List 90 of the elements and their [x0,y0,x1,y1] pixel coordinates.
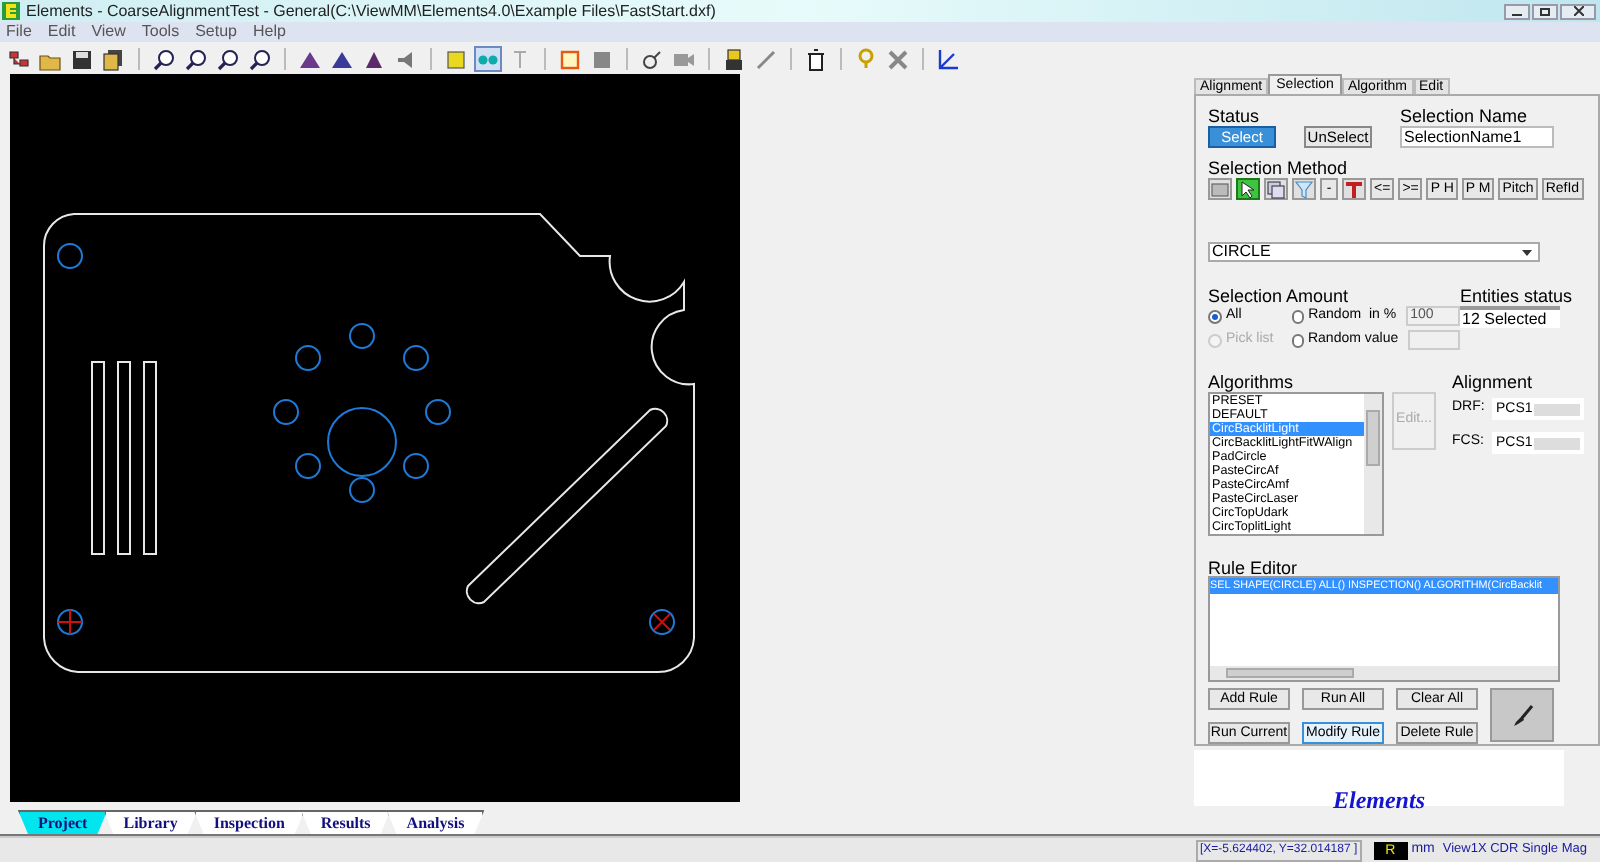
section-label: Alignment [1452,374,1535,390]
dropdown-caret-icon [1522,249,1532,255]
toolbar-button[interactable] [638,46,666,72]
section-label: Status [1208,104,1262,124]
zoom-icon [184,47,208,71]
trash-icon [804,47,828,71]
toolbar-button[interactable] [182,46,210,72]
method-button[interactable] [1342,178,1366,200]
app-logo-icon [2,2,20,20]
hole-circle[interactable] [403,345,429,371]
question-icon [854,47,878,71]
bottom-tab[interactable]: Results [300,810,391,834]
zoom-icon [216,47,240,71]
minimize-button[interactable] [1504,3,1530,19]
tree-icon [6,47,30,71]
menu-item[interactable]: Edit [47,24,76,40]
menu-item[interactable]: View [91,24,126,40]
bottom-tab[interactable]: Analysis [386,810,485,834]
toolbar-button[interactable] [720,46,748,72]
toolbar-button[interactable] [214,46,242,72]
square-icon [444,47,468,71]
hole-circle[interactable] [327,407,397,477]
toolbar-button[interactable] [150,46,178,72]
target-marker-icon[interactable] [57,609,83,635]
target-marker-icon[interactable] [649,609,675,635]
section-label: Selection Amount [1208,284,1351,304]
axes-icon [936,47,960,71]
toolbar-button[interactable] [802,46,830,72]
toolbar-button[interactable] [934,46,962,72]
section-label: Algorithms [1208,374,1296,390]
cursor-select-icon [1238,179,1258,199]
radio-button[interactable] [1292,333,1304,347]
method-button[interactable] [1236,178,1260,200]
toolbar-button[interactable] [246,46,274,72]
toolbar-button[interactable] [4,46,32,72]
robot-icon [722,47,746,71]
menu-item[interactable]: Setup [195,24,237,40]
copy-icon [102,47,126,71]
section-label: Rule Editor [1208,556,1300,574]
text-icon [508,47,532,71]
radio-button[interactable] [1292,309,1305,323]
triangle-icon [362,47,386,71]
close-icon [1573,6,1583,16]
close-button[interactable] [1560,3,1596,19]
toolbar-button[interactable] [100,46,128,72]
frame-icon [558,47,582,71]
brush-button[interactable] [1490,688,1554,742]
value-field[interactable] [1408,330,1460,350]
grid-icon [1210,179,1230,199]
hole-circle[interactable] [295,453,321,479]
toolbar-button[interactable] [68,46,96,72]
hole-circle[interactable] [273,399,299,425]
layers-icon [1266,179,1286,199]
field-label: Selection Name [1400,104,1530,124]
hole-circle[interactable] [57,243,83,269]
entities-status-field: 12 Selected [1460,306,1560,328]
menu-item[interactable]: File [6,24,32,40]
triangle-icon [330,47,354,71]
t-icon [1344,179,1364,199]
hole-circle[interactable] [403,453,429,479]
section-label: Selection Method [1208,156,1350,176]
triangle-icon [298,47,322,71]
menu-item[interactable]: Help [252,24,286,40]
hole-circle[interactable] [349,323,375,349]
scrollbar[interactable] [1364,394,1382,534]
scrollbar[interactable] [1210,666,1558,680]
save-icon [70,47,94,71]
window-title: Elements - CoarseAlignmentTest - General(C:\ViewMM\Elements4.0\Example Files\FastStart.dxf) [26,3,716,19]
selection-name-field[interactable]: SelectionName1 [1400,126,1554,148]
hole-circle[interactable] [349,477,375,503]
hole-circle[interactable] [425,399,451,425]
hole-circle[interactable] [295,345,321,371]
pin-icon [640,47,664,71]
funnel-icon [1294,179,1314,199]
shape-dropdown[interactable]: CIRCLE [1208,242,1540,262]
brush-icon [1510,703,1534,727]
radio-button[interactable] [1208,309,1222,323]
logo-text: Elements [1332,788,1425,814]
maximize-button[interactable] [1532,3,1558,19]
cross-tool-icon [886,47,910,71]
zoom-icon [152,47,176,71]
bottom-tab[interactable]: Inspection [193,810,305,834]
pen-icon [754,47,778,71]
dropdown-value: CIRCLE [1212,244,1271,260]
section-label: Entities status [1460,284,1573,304]
menu-item[interactable]: Tools [141,24,180,40]
bottom-tab[interactable]: Project [18,810,108,834]
square-icon [590,47,614,71]
bottom-tab[interactable]: Library [103,810,198,834]
zoom-icon [248,47,272,71]
